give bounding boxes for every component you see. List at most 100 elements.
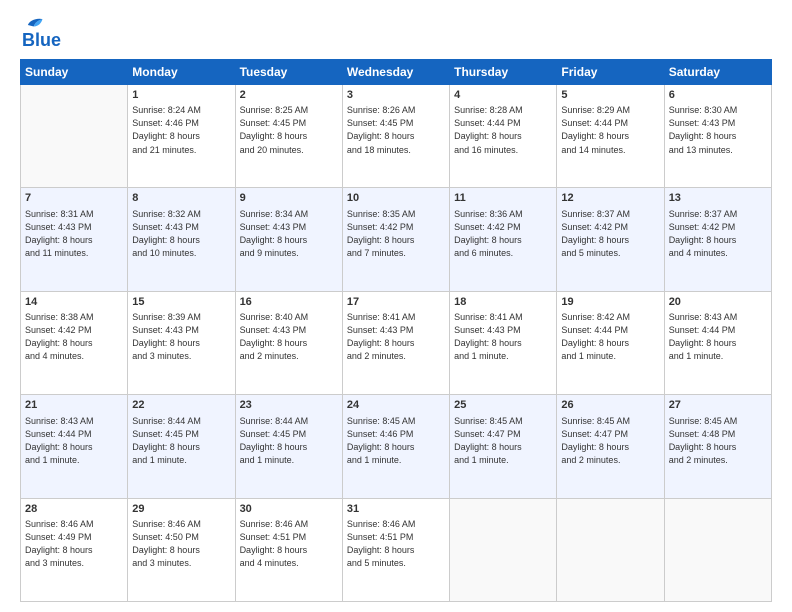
day-info: Sunrise: 8:42 AMSunset: 4:44 PMDaylight:… xyxy=(561,311,659,363)
weekday-monday: Monday xyxy=(128,60,235,85)
day-info: Sunrise: 8:34 AMSunset: 4:43 PMDaylight:… xyxy=(240,208,338,260)
calendar-cell: 18Sunrise: 8:41 AMSunset: 4:43 PMDayligh… xyxy=(450,291,557,394)
day-info: Sunrise: 8:46 AMSunset: 4:49 PMDaylight:… xyxy=(25,518,123,570)
day-number: 13 xyxy=(669,191,767,206)
calendar-cell xyxy=(664,498,771,601)
day-number: 18 xyxy=(454,295,552,310)
calendar-cell: 1Sunrise: 8:24 AMSunset: 4:46 PMDaylight… xyxy=(128,85,235,188)
day-info: Sunrise: 8:43 AMSunset: 4:44 PMDaylight:… xyxy=(669,311,767,363)
calendar-cell: 13 Sunrise: 8:37 AMSunset: 4:42 PMDayligh… xyxy=(664,188,771,291)
day-info: Sunrise: 8:30 AMSunset: 4:43 PMDaylight:… xyxy=(669,104,767,156)
calendar-cell: 12 Sunrise: 8:37 AMSunset: 4:42 PMDayligh… xyxy=(557,188,664,291)
day-number: 11 xyxy=(454,191,552,206)
calendar-week-1: 1Sunrise: 8:24 AMSunset: 4:46 PMDaylight… xyxy=(21,85,772,188)
calendar-week-5: 28Sunrise: 8:46 AMSunset: 4:49 PMDayligh… xyxy=(21,498,772,601)
calendar-week-4: 21Sunrise: 8:43 AMSunset: 4:44 PMDayligh… xyxy=(21,395,772,498)
day-number: 23 xyxy=(240,398,338,413)
day-info: Sunrise: 8:31 AMSunset: 4:43 PMDaylight:… xyxy=(25,208,123,260)
weekday-header-row: SundayMondayTuesdayWednesdayThursdayFrid… xyxy=(21,60,772,85)
day-info: Sunrise: 8:46 AMSunset: 4:50 PMDaylight:… xyxy=(132,518,230,570)
day-info: Sunrise: 8:26 AMSunset: 4:45 PMDaylight:… xyxy=(347,104,445,156)
day-number: 24 xyxy=(347,398,445,413)
day-info: Sunrise: 8:41 AMSunset: 4:43 PMDaylight:… xyxy=(454,311,552,363)
day-info: Sunrise: 8:32 AMSunset: 4:43 PMDaylight:… xyxy=(132,208,230,260)
day-info: Sunrise: 8:37 AMSunset: 4:42 PMDaylight:… xyxy=(669,208,767,260)
calendar-cell: 28Sunrise: 8:46 AMSunset: 4:49 PMDayligh… xyxy=(21,498,128,601)
day-info: Sunrise: 8:45 AMSunset: 4:47 PMDaylight:… xyxy=(561,415,659,467)
day-number: 7 xyxy=(25,191,123,206)
calendar-cell: 5Sunrise: 8:29 AMSunset: 4:44 PMDaylight… xyxy=(557,85,664,188)
weekday-saturday: Saturday xyxy=(664,60,771,85)
day-info: Sunrise: 8:40 AMSunset: 4:43 PMDaylight:… xyxy=(240,311,338,363)
day-number: 17 xyxy=(347,295,445,310)
calendar-cell: 24 Sunrise: 8:45 AMSunset: 4:46 PMDayligh… xyxy=(342,395,449,498)
day-info: Sunrise: 8:44 AMSunset: 4:45 PMDaylight:… xyxy=(132,415,230,467)
calendar-cell: 10Sunrise: 8:35 AMSunset: 4:42 PMDayligh… xyxy=(342,188,449,291)
day-number: 30 xyxy=(240,502,338,517)
calendar-cell: 15Sunrise: 8:39 AMSunset: 4:43 PMDayligh… xyxy=(128,291,235,394)
calendar-cell: 20Sunrise: 8:43 AMSunset: 4:44 PMDayligh… xyxy=(664,291,771,394)
header: Blue xyxy=(20,16,772,51)
calendar-cell: 17Sunrise: 8:41 AMSunset: 4:43 PMDayligh… xyxy=(342,291,449,394)
calendar-cell: 14Sunrise: 8:38 AMSunset: 4:42 PMDayligh… xyxy=(21,291,128,394)
weekday-wednesday: Wednesday xyxy=(342,60,449,85)
day-info: Sunrise: 8:45 AMSunset: 4:47 PMDaylight:… xyxy=(454,415,552,467)
day-number: 6 xyxy=(669,88,767,103)
day-number: 20 xyxy=(669,295,767,310)
day-number: 10 xyxy=(347,191,445,206)
calendar-cell: 8 Sunrise: 8:32 AMSunset: 4:43 PMDaylight… xyxy=(128,188,235,291)
day-info: Sunrise: 8:45 AMSunset: 4:48 PMDaylight:… xyxy=(669,415,767,467)
weekday-thursday: Thursday xyxy=(450,60,557,85)
calendar-cell: 6Sunrise: 8:30 AMSunset: 4:43 PMDaylight… xyxy=(664,85,771,188)
calendar-cell xyxy=(21,85,128,188)
day-info: Sunrise: 8:46 AMSunset: 4:51 PMDaylight:… xyxy=(240,518,338,570)
day-info: Sunrise: 8:46 AMSunset: 4:51 PMDaylight:… xyxy=(347,518,445,570)
calendar-cell: 2Sunrise: 8:25 AMSunset: 4:45 PMDaylight… xyxy=(235,85,342,188)
day-number: 31 xyxy=(347,502,445,517)
day-info: Sunrise: 8:24 AMSunset: 4:46 PMDaylight:… xyxy=(132,104,230,156)
calendar-cell: 29Sunrise: 8:46 AMSunset: 4:50 PMDayligh… xyxy=(128,498,235,601)
day-number: 25 xyxy=(454,398,552,413)
calendar-cell: 25 Sunrise: 8:45 AMSunset: 4:47 PMDayligh… xyxy=(450,395,557,498)
day-number: 16 xyxy=(240,295,338,310)
day-info: Sunrise: 8:43 AMSunset: 4:44 PMDaylight:… xyxy=(25,415,123,467)
page: Blue SundayMondayTuesdayWednesdayThursda… xyxy=(0,0,792,612)
calendar-cell: 26Sunrise: 8:45 AMSunset: 4:47 PMDayligh… xyxy=(557,395,664,498)
day-number: 9 xyxy=(240,191,338,206)
calendar-week-2: 7 Sunrise: 8:31 AMSunset: 4:43 PMDaylight… xyxy=(21,188,772,291)
weekday-friday: Friday xyxy=(557,60,664,85)
calendar-cell: 4Sunrise: 8:28 AMSunset: 4:44 PMDaylight… xyxy=(450,85,557,188)
calendar-cell: 16Sunrise: 8:40 AMSunset: 4:43 PMDayligh… xyxy=(235,291,342,394)
day-number: 27 xyxy=(669,398,767,413)
day-number: 22 xyxy=(132,398,230,413)
calendar-cell: 3Sunrise: 8:26 AMSunset: 4:45 PMDaylight… xyxy=(342,85,449,188)
day-info: Sunrise: 8:45 AMSunset: 4:46 PMDaylight:… xyxy=(347,415,445,467)
logo-blue: Blue xyxy=(22,30,61,51)
day-number: 29 xyxy=(132,502,230,517)
calendar-cell: 7 Sunrise: 8:31 AMSunset: 4:43 PMDaylight… xyxy=(21,188,128,291)
weekday-sunday: Sunday xyxy=(21,60,128,85)
day-info: Sunrise: 8:29 AMSunset: 4:44 PMDaylight:… xyxy=(561,104,659,156)
calendar-cell: 11 Sunrise: 8:36 AMSunset: 4:42 PMDayligh… xyxy=(450,188,557,291)
day-info: Sunrise: 8:28 AMSunset: 4:44 PMDaylight:… xyxy=(454,104,552,156)
calendar-cell: 19Sunrise: 8:42 AMSunset: 4:44 PMDayligh… xyxy=(557,291,664,394)
weekday-tuesday: Tuesday xyxy=(235,60,342,85)
day-number: 3 xyxy=(347,88,445,103)
day-number: 14 xyxy=(25,295,123,310)
calendar-cell: 27 Sunrise: 8:45 AMSunset: 4:48 PMDayligh… xyxy=(664,395,771,498)
calendar-cell: 31Sunrise: 8:46 AMSunset: 4:51 PMDayligh… xyxy=(342,498,449,601)
day-info: Sunrise: 8:36 AMSunset: 4:42 PMDaylight:… xyxy=(454,208,552,260)
day-number: 12 xyxy=(561,191,659,206)
day-number: 8 xyxy=(132,191,230,206)
day-number: 5 xyxy=(561,88,659,103)
calendar-cell xyxy=(450,498,557,601)
day-number: 28 xyxy=(25,502,123,517)
day-info: Sunrise: 8:39 AMSunset: 4:43 PMDaylight:… xyxy=(132,311,230,363)
calendar-cell: 21Sunrise: 8:43 AMSunset: 4:44 PMDayligh… xyxy=(21,395,128,498)
day-number: 4 xyxy=(454,88,552,103)
day-number: 19 xyxy=(561,295,659,310)
day-info: Sunrise: 8:25 AMSunset: 4:45 PMDaylight:… xyxy=(240,104,338,156)
day-info: Sunrise: 8:37 AMSunset: 4:42 PMDaylight:… xyxy=(561,208,659,260)
day-info: Sunrise: 8:38 AMSunset: 4:42 PMDaylight:… xyxy=(25,311,123,363)
day-number: 1 xyxy=(132,88,230,103)
